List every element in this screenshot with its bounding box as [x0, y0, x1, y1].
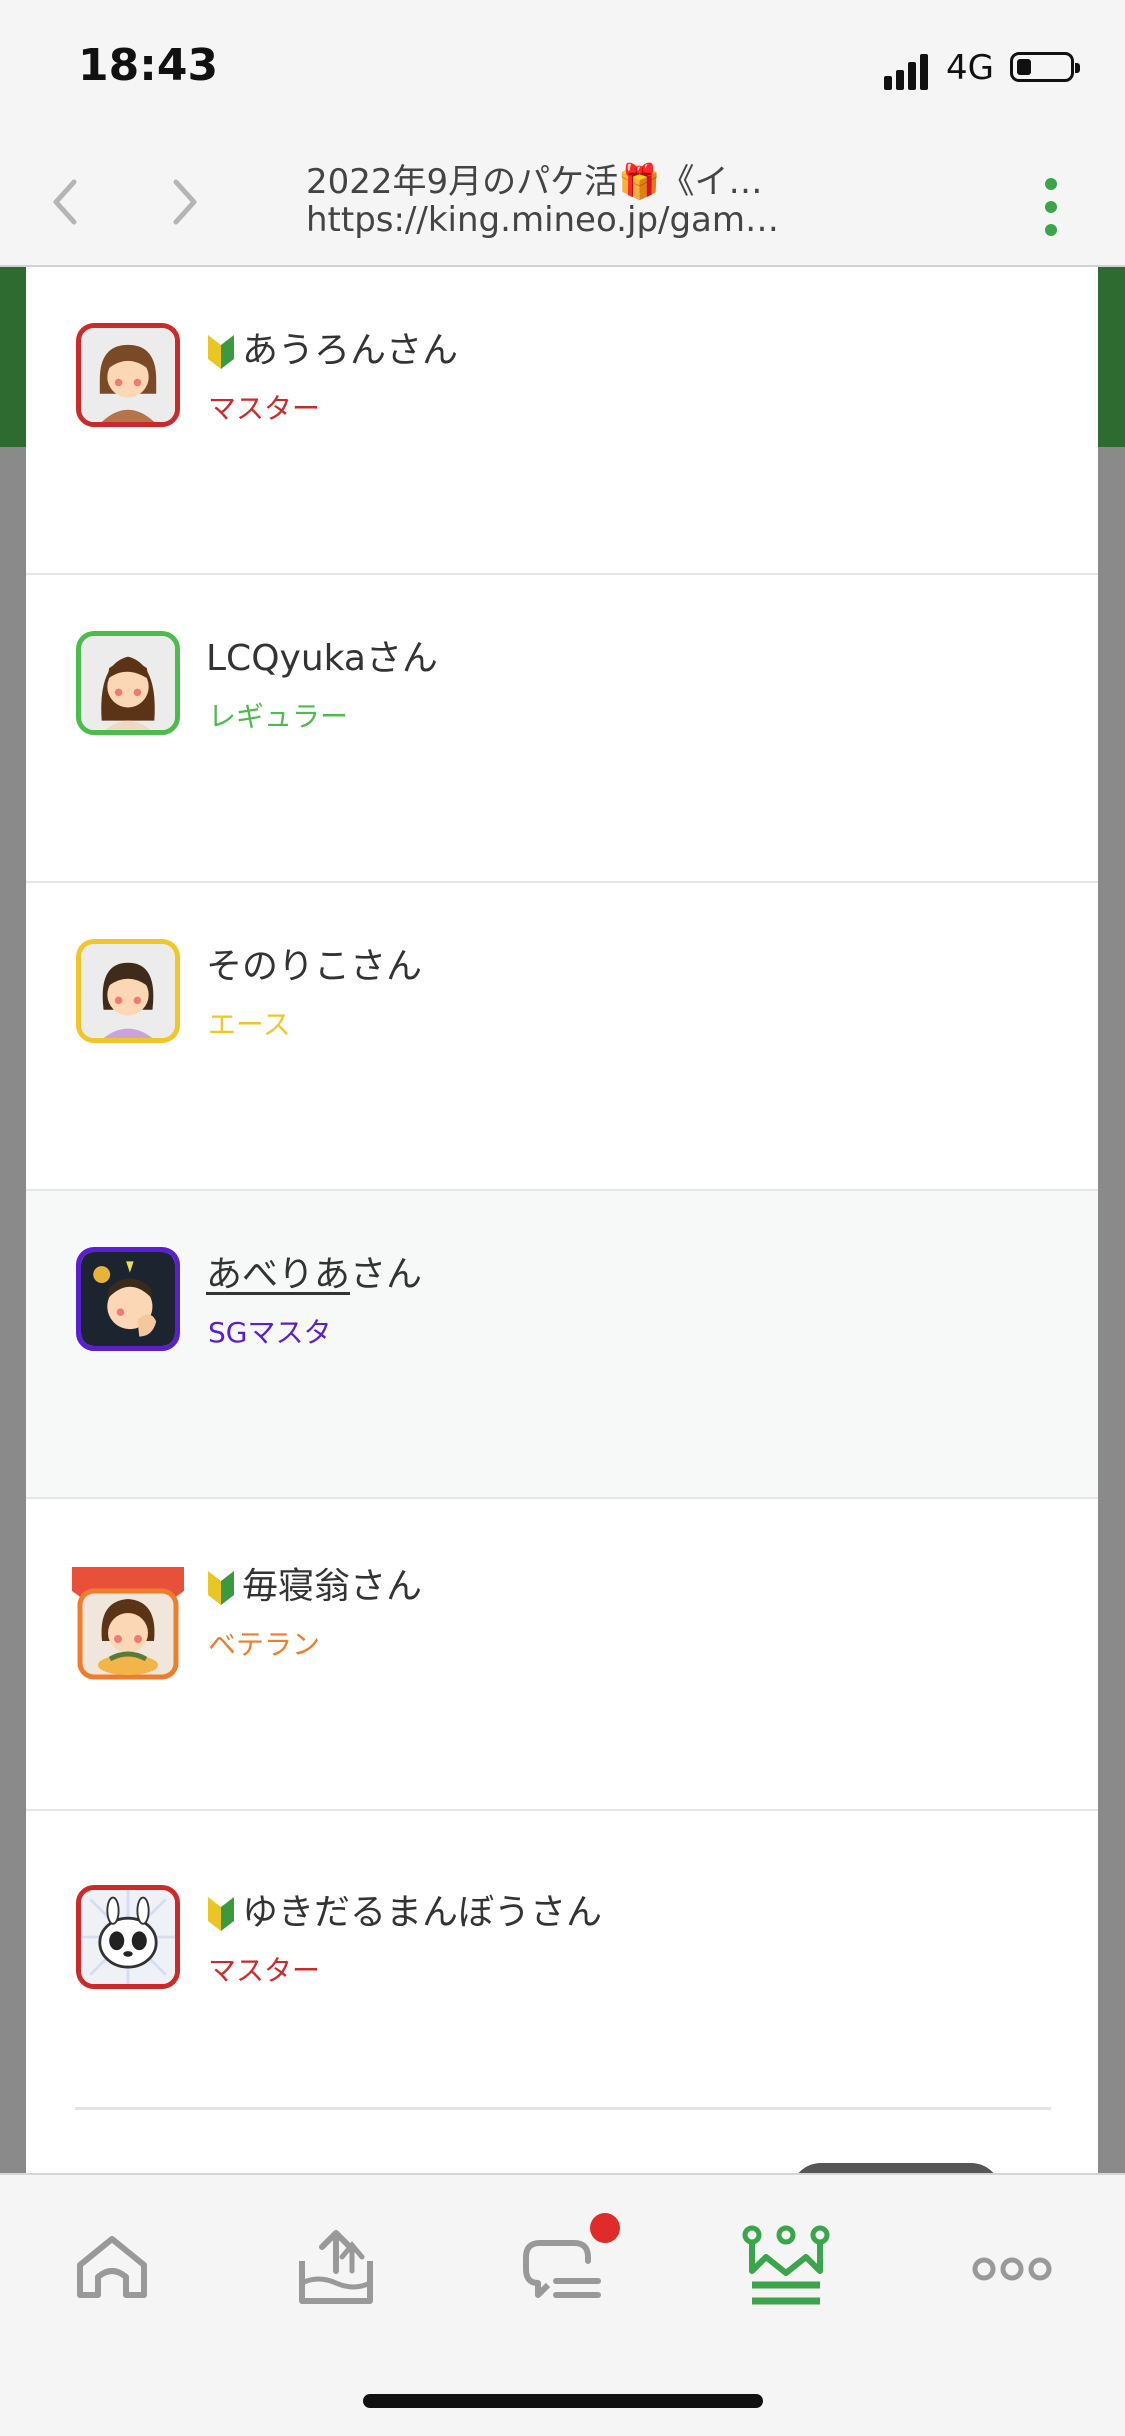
floating-button[interactable]	[791, 2163, 1001, 2173]
avatar[interactable]	[66, 1561, 190, 1685]
signal-icon	[884, 52, 934, 90]
home-indicator[interactable]	[363, 2394, 763, 2408]
user-row[interactable]: あうろんさん マスター	[26, 267, 1098, 575]
avatar[interactable]	[76, 631, 180, 735]
avatar[interactable]	[76, 1885, 180, 1989]
tab-more[interactable]	[964, 2221, 1060, 2317]
tab-home[interactable]	[64, 2221, 160, 2317]
tab-ranking[interactable]	[738, 2221, 834, 2317]
user-name-link[interactable]: あべりあ	[206, 1254, 350, 1295]
user-list-panel: あうろんさん マスター LCQyukaさん レギュラー そのりこさん エース あ…	[26, 267, 1098, 2173]
status-time: 18:43	[78, 40, 219, 91]
list-divider	[75, 2107, 1051, 2110]
user-rank: ベテラン	[208, 1628, 321, 1661]
user-rank: レギュラー	[208, 700, 349, 733]
user-row[interactable]: ゆきだるまんぼうさん マスター	[26, 1811, 1098, 2107]
user-name[interactable]: あべりあさん	[206, 1245, 422, 1297]
battery-icon	[1010, 52, 1080, 82]
status-bar: 18:43 4G	[0, 0, 1125, 132]
user-name[interactable]: あうろんさん	[206, 321, 458, 373]
user-row[interactable]: あべりあさん SGマスタ	[26, 1191, 1098, 1499]
more-icon	[972, 2257, 1052, 2281]
avatar[interactable]	[76, 323, 180, 427]
user-name[interactable]: 毎寝翁さん	[206, 1557, 422, 1609]
notification-badge	[590, 2213, 620, 2243]
chevron-left-icon	[53, 179, 77, 225]
user-row[interactable]: そのりこさん エース	[26, 883, 1098, 1191]
beginner-mark-icon	[208, 1897, 234, 1931]
forward-button[interactable]	[160, 172, 210, 232]
user-name[interactable]: ゆきだるまんぼうさん	[206, 1883, 602, 1935]
user-row[interactable]: LCQyukaさん レギュラー	[26, 575, 1098, 883]
user-rank: マスター	[208, 392, 321, 425]
browser-header: 2022年9月のパケ活🎁《イ… https://king.mineo.jp/ga…	[0, 132, 1125, 267]
avatar[interactable]	[76, 939, 180, 1043]
user-rank: エース	[208, 1008, 291, 1041]
network-type: 4G	[946, 48, 994, 88]
beginner-mark-icon	[208, 335, 234, 369]
menu-dot-icon	[1045, 201, 1057, 213]
page-title[interactable]: 2022年9月のパケ活🎁《イ…	[306, 154, 866, 203]
chevron-right-icon	[173, 179, 197, 225]
avatar[interactable]	[76, 1247, 180, 1351]
tab-upload[interactable]	[288, 2221, 384, 2317]
overflow-menu-button[interactable]	[1036, 172, 1066, 242]
home-icon	[77, 2236, 147, 2298]
crown-icon	[742, 2225, 830, 2305]
user-rank: SGマスタ	[208, 1316, 332, 1349]
back-button[interactable]	[40, 172, 90, 232]
menu-dot-icon	[1045, 224, 1057, 236]
user-rank: マスター	[208, 1954, 321, 1987]
upload-tray-icon	[299, 2230, 373, 2304]
menu-dot-icon	[1045, 178, 1057, 190]
user-row[interactable]: 毎寝翁さん ベテラン	[26, 1499, 1098, 1811]
beginner-mark-icon	[208, 1571, 234, 1605]
user-name[interactable]: そのりこさん	[206, 937, 422, 989]
user-name[interactable]: LCQyukaさん	[206, 629, 438, 681]
page-url[interactable]: https://king.mineo.jp/gam…	[306, 200, 866, 240]
